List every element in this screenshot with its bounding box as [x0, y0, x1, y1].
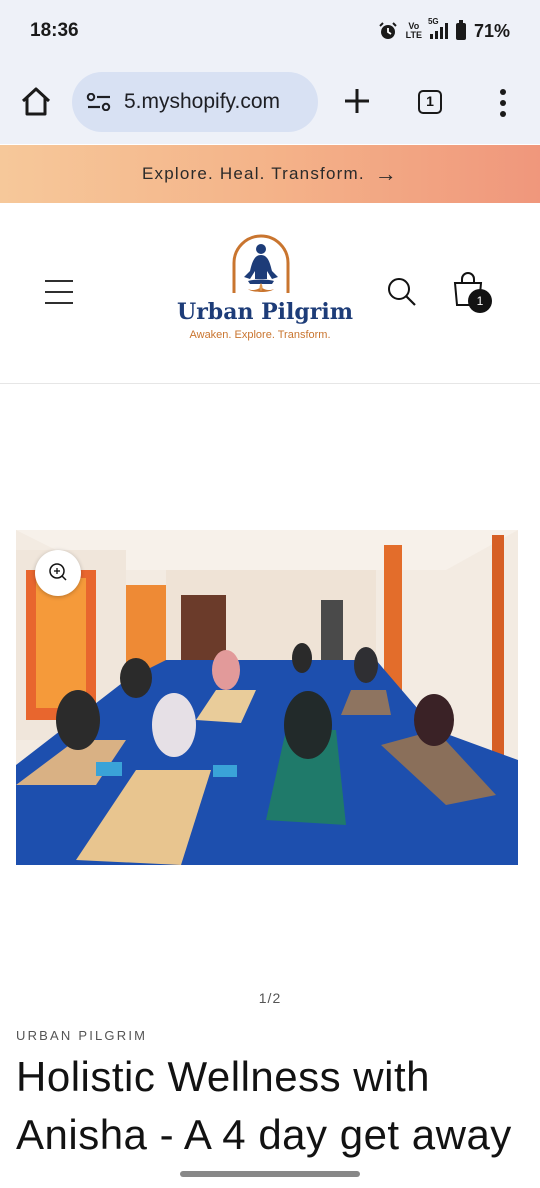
signal-icon: 5G	[428, 17, 448, 39]
cart-count-badge: 1	[468, 289, 492, 313]
tab-switcher-icon[interactable]: 1	[418, 90, 442, 114]
logo-tagline: Awaken. Explore. Transform.	[189, 329, 331, 341]
url-text: 5.myshopify.com	[124, 90, 280, 113]
announcement-text: Explore. Heal. Transform.	[142, 164, 365, 183]
search-icon[interactable]	[386, 276, 418, 308]
browser-toolbar: 5.myshopify.com 1	[0, 62, 540, 144]
announcement-bar[interactable]: Explore. Heal. Transform. →	[0, 145, 540, 203]
menu-icon[interactable]	[44, 279, 74, 305]
gesture-handle[interactable]	[180, 1171, 360, 1177]
site-settings-icon[interactable]	[86, 93, 112, 111]
yoga-class-photo	[16, 530, 518, 865]
alarm-icon	[378, 22, 397, 39]
product-vendor: URBAN PILGRIM	[16, 1028, 148, 1043]
battery-icon	[455, 19, 466, 40]
home-icon[interactable]	[18, 84, 54, 120]
new-tab-icon[interactable]	[340, 84, 374, 118]
zoom-button[interactable]	[35, 550, 81, 596]
overflow-menu-icon[interactable]	[494, 86, 512, 120]
image-counter: 1/2	[258, 990, 282, 1006]
logo-brand-name: Urban Pilgrim	[177, 299, 353, 325]
zoom-in-icon	[49, 563, 67, 581]
status-time: 18:36	[30, 20, 79, 41]
status-bar: 18:36 Vo LTE 5G 71%	[0, 0, 540, 62]
address-bar[interactable]: 5.myshopify.com	[72, 72, 318, 132]
battery-percent: 71%	[473, 20, 510, 41]
product-title: Holistic Wellness with Anisha - A 4 day …	[16, 1053, 512, 1158]
volte-icon: Vo LTE	[405, 21, 422, 40]
meditation-logo-icon	[232, 234, 290, 293]
product-image[interactable]	[16, 530, 518, 865]
site-logo[interactable]: Urban Pilgrim Awaken. Explore. Transform…	[170, 233, 360, 351]
status-icons: Vo LTE 5G 71%	[378, 17, 510, 44]
arrow-right-icon: →	[374, 161, 398, 186]
